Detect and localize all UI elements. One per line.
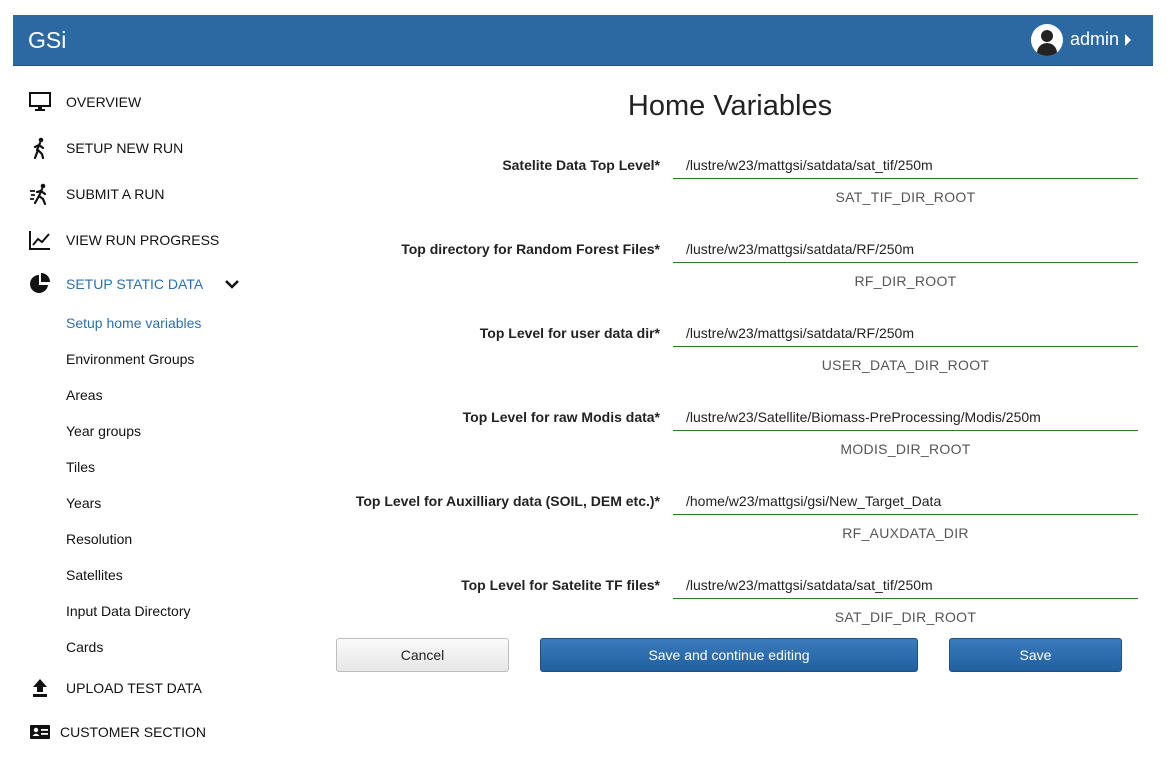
caret-right-icon: [1125, 33, 1131, 46]
sidebar-subitem-satellites[interactable]: Satellites: [66, 567, 123, 583]
sidebar-item-label: UPLOAD TEST DATA: [66, 680, 202, 696]
sat-tf-dir-input[interactable]: [673, 571, 1138, 599]
monitor-icon: [28, 90, 52, 114]
sidebar-item-view-progress[interactable]: VIEW RUN PROGRESS: [28, 228, 219, 252]
field-var-auxdata: RF_AUXDATA_DIR: [842, 525, 969, 541]
sidebar-item-setup-static-data[interactable]: SETUP STATIC DATA: [28, 272, 240, 296]
sidebar-item-label: CUSTOMER SECTION: [60, 724, 206, 740]
field-var-rf: RF_DIR_ROOT: [854, 273, 957, 289]
sidebar-subitem-years[interactable]: Years: [66, 495, 101, 511]
sidebar-subitem-cards[interactable]: Cards: [66, 639, 103, 655]
user-data-dir-input[interactable]: [673, 319, 1138, 347]
field-var-user-data: USER_DATA_DIR_ROOT: [821, 357, 990, 373]
sidebar-item-upload-test-data[interactable]: UPLOAD TEST DATA: [28, 676, 202, 700]
field-var-sat-tif: SAT_TIF_DIR_ROOT: [835, 189, 976, 205]
field-label-sat-tif: Satelite Data Top Level*: [502, 157, 660, 173]
modis-dir-input[interactable]: [673, 403, 1138, 431]
sidebar-subitem-resolution[interactable]: Resolution: [66, 531, 132, 547]
sidebar-subitem-year-groups[interactable]: Year groups: [66, 423, 141, 439]
sidebar-item-label: SETUP NEW RUN: [66, 140, 184, 156]
rf-dir-input[interactable]: [673, 235, 1138, 263]
auxdata-dir-input[interactable]: [673, 487, 1138, 515]
field-label-modis: Top Level for raw Modis data*: [462, 409, 660, 425]
page-title: Home Variables: [627, 90, 833, 122]
cancel-button[interactable]: Cancel: [336, 638, 509, 672]
chevron-down-icon[interactable]: [225, 279, 240, 289]
sidebar-item-setup-new-run[interactable]: SETUP NEW RUN: [28, 136, 183, 160]
field-label-auxdata: Top Level for Auxilliary data (SOIL, DEM…: [355, 493, 660, 509]
field-label-user-data: Top Level for user data dir*: [479, 325, 660, 341]
pie-chart-icon: [28, 272, 52, 296]
sidebar-subitem-areas[interactable]: Areas: [66, 387, 103, 403]
sidebar-item-submit-run[interactable]: SUBMIT A RUN: [28, 182, 165, 206]
top-navbar: GSi admin: [13, 15, 1153, 66]
sidebar-item-label: SETUP STATIC DATA: [66, 276, 204, 292]
save-and-continue-button[interactable]: Save and continue editing: [540, 638, 918, 672]
field-var-modis: MODIS_DIR_ROOT: [840, 441, 971, 457]
upload-icon: [28, 676, 52, 700]
user-avatar-icon: [1030, 23, 1063, 56]
field-label-rf: Top directory for Random Forest Files*: [401, 241, 660, 257]
sidebar-subitem-setup-home-variables[interactable]: Setup home variables: [66, 315, 201, 331]
brand-logo[interactable]: GSi: [28, 27, 66, 54]
sidebar-subitem-input-data-directory[interactable]: Input Data Directory: [66, 603, 191, 619]
field-var-sat-tf: SAT_DIF_DIR_ROOT: [834, 609, 977, 625]
user-menu[interactable]: admin: [1030, 23, 1131, 56]
sidebar-item-customer-section[interactable]: CUSTOMER SECTION: [28, 720, 206, 744]
save-button[interactable]: Save: [949, 638, 1122, 672]
sidebar-subitem-tiles[interactable]: Tiles: [66, 459, 95, 475]
field-label-sat-tf: Top Level for Satelite TF files*: [461, 577, 660, 593]
sidebar-item-label: VIEW RUN PROGRESS: [66, 232, 220, 248]
sidebar-subitem-environment-groups[interactable]: Environment Groups: [66, 351, 194, 367]
line-chart-icon: [28, 228, 52, 252]
user-name: admin: [1069, 29, 1119, 49]
id-card-icon: [28, 720, 52, 744]
running-person-icon: [28, 182, 52, 206]
sat-tif-dir-input[interactable]: [673, 151, 1138, 179]
sidebar-item-label: OVERVIEW: [66, 94, 142, 110]
sidebar-item-label: SUBMIT A RUN: [66, 186, 165, 202]
walking-person-icon: [28, 136, 52, 160]
sidebar-item-overview[interactable]: OVERVIEW: [28, 90, 141, 114]
